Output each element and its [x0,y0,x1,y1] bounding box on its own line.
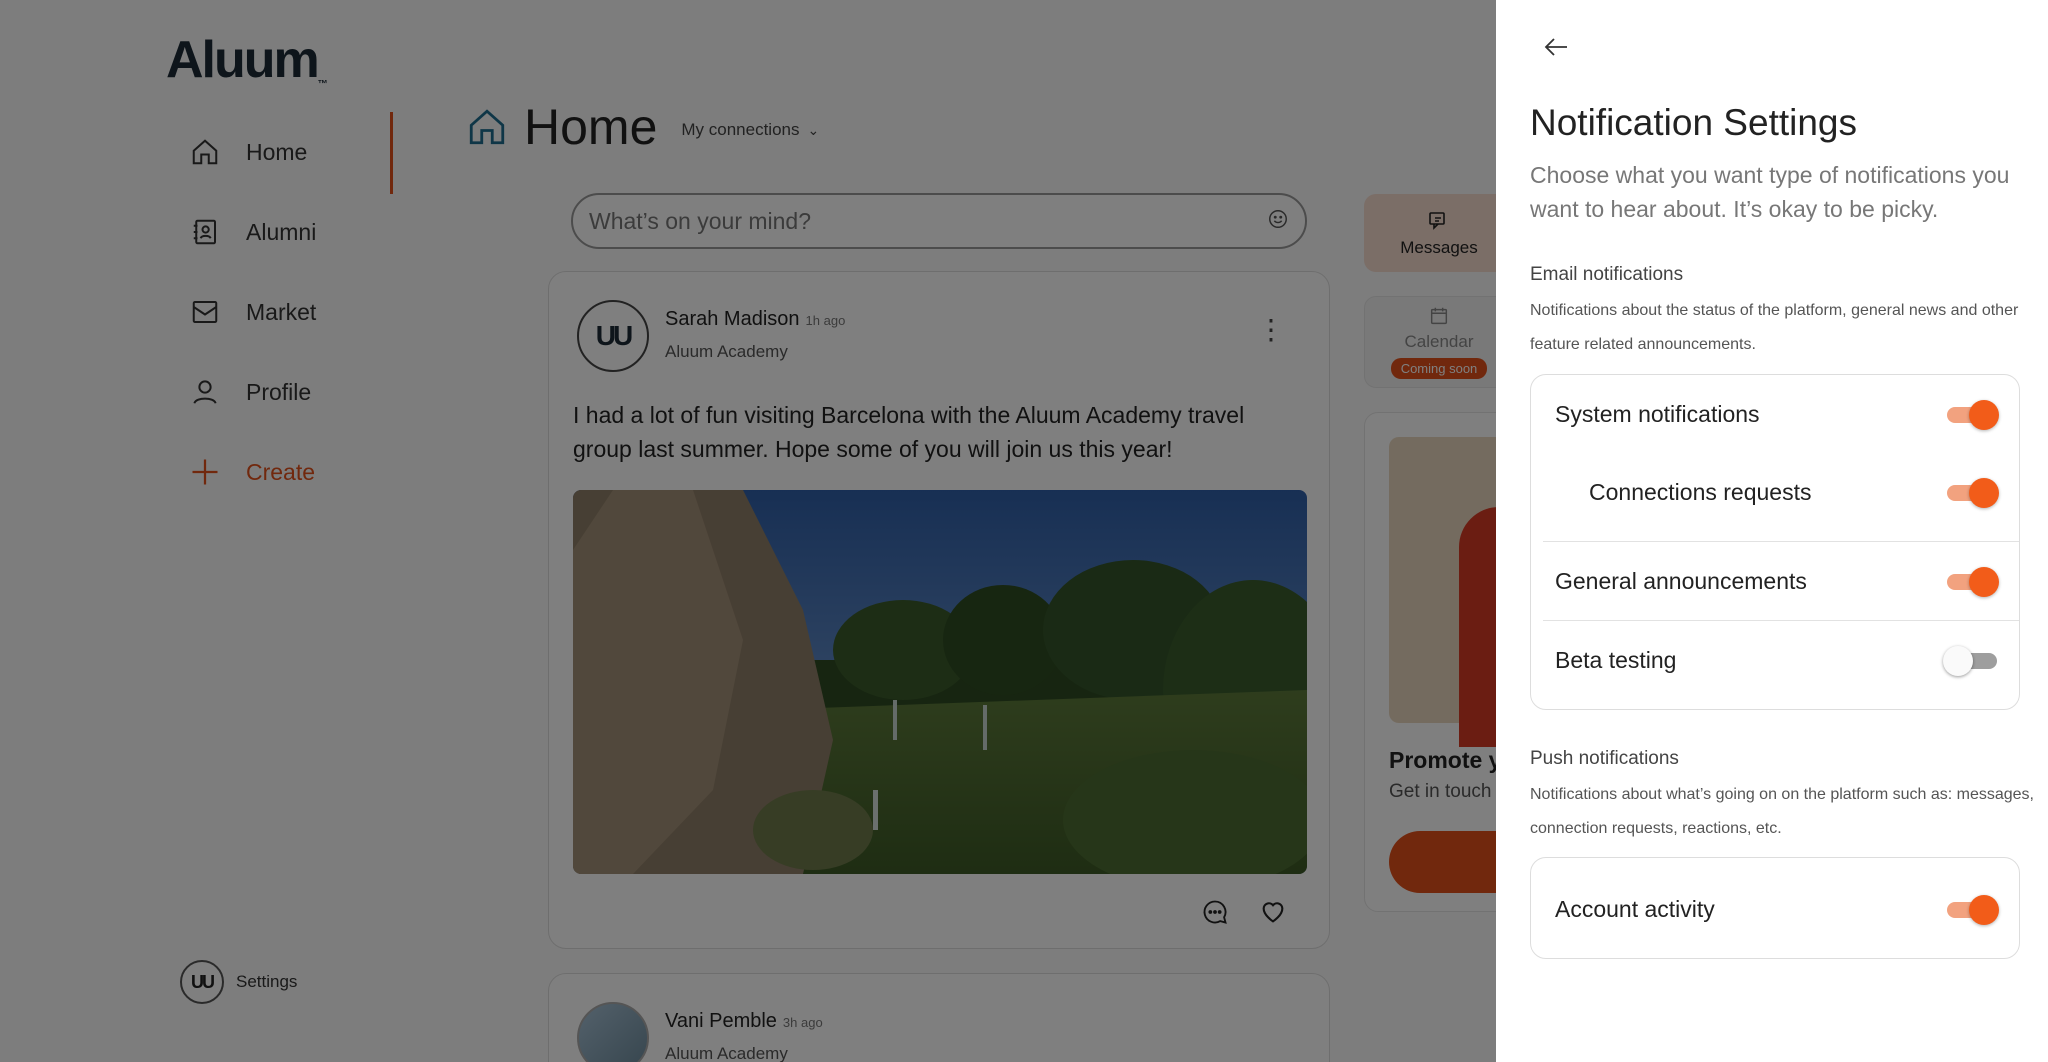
setting-label: General announcements [1555,567,1807,594]
setting-label: System notifications [1555,400,1760,427]
notification-settings-drawer: Notification Settings Choose what you wa… [1496,0,2048,1062]
beta-testing-toggle[interactable] [1943,643,1999,677]
setting-label: Connections requests [1589,478,1812,505]
modal-backdrop[interactable] [0,0,1496,1062]
email-notifications-box: System notifications Connections request… [1530,374,2020,710]
connections-requests-toggle[interactable] [1943,475,1999,509]
toggle-knob [1969,567,1999,597]
setting-label: Beta testing [1555,646,1677,673]
email-section-description: Notifications about the status of the pl… [1530,302,2019,353]
setting-row-general-announcements: General announcements [1531,542,2019,620]
push-notifications-box: Account activity [1530,857,2020,959]
drawer-subtitle: Choose what you want type of notificatio… [1530,162,2010,222]
setting-label: Account activity [1555,895,1715,922]
push-section-description: Notifications about what’s going on on t… [1530,786,2034,837]
setting-row-account-activity: Account activity [1531,870,2019,948]
toggle-knob [1969,895,1999,925]
drawer-title: Notification Settings [1530,102,1858,143]
setting-row-beta-testing: Beta testing [1531,621,2019,699]
toggle-knob [1969,400,1999,430]
setting-row-connections-requests: Connections requests [1531,453,2019,531]
email-section-title: Email notifications [1530,264,1684,285]
setting-row-system-notifications: System notifications [1531,375,2019,453]
general-announcements-toggle[interactable] [1943,564,1999,598]
push-section-title: Push notifications [1530,748,1679,769]
system-notifications-toggle[interactable] [1943,397,1999,431]
toggle-knob [1969,478,1999,508]
back-arrow-icon[interactable] [1536,30,1576,64]
account-activity-toggle[interactable] [1943,892,1999,926]
toggle-knob [1943,646,1973,676]
